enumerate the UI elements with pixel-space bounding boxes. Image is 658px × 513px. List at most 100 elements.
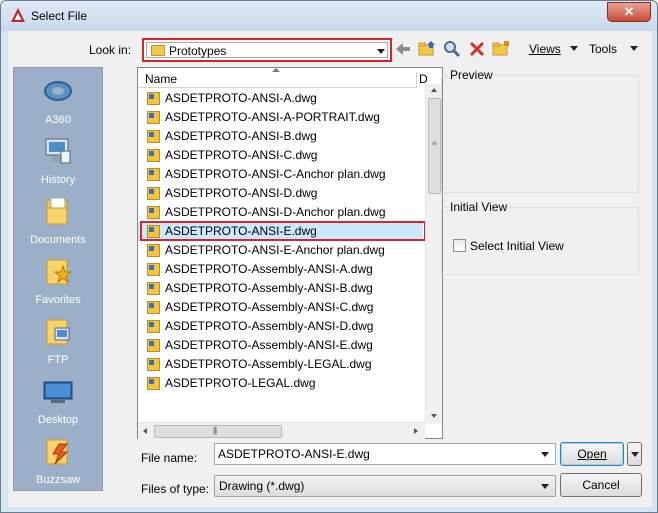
back-icon[interactable] <box>394 40 412 58</box>
scroll-left-arrow-icon[interactable] <box>143 428 147 434</box>
open-options-chevron-down-icon <box>631 452 639 457</box>
file-row[interactable]: ASDETPROTO-ANSI-E-Anchor plan.dwg <box>138 241 423 260</box>
open-button[interactable]: Open <box>560 442 624 466</box>
dwg-file-icon <box>147 282 160 295</box>
file-name: ASDETPROTO-Assembly-ANSI-E.dwg <box>165 338 373 352</box>
vertical-scrollbar[interactable]: ≡ <box>425 84 442 424</box>
file-name-chevron-down-icon[interactable] <box>541 452 549 457</box>
place-a360[interactable]: A360 <box>14 72 102 132</box>
new-folder-icon[interactable] <box>492 40 510 58</box>
files-of-type-chevron-down-icon <box>541 484 549 489</box>
dwg-file-icon <box>147 168 160 181</box>
file-name: ASDETPROTO-ANSI-A-PORTRAIT.dwg <box>165 110 380 124</box>
dwg-file-icon <box>147 130 160 143</box>
file-name: ASDETPROTO-ANSI-D-Anchor plan.dwg <box>165 205 386 219</box>
file-name: ASDETPROTO-ANSI-A.dwg <box>165 91 317 105</box>
title-bar[interactable]: Select File ✕ <box>1 1 657 31</box>
place-history[interactable]: History <box>14 132 102 192</box>
file-name: ASDETPROTO-LEGAL.dwg <box>165 376 316 390</box>
look-in-dropdown[interactable]: Prototypes <box>142 38 392 62</box>
grip-icon: ||| <box>213 426 217 435</box>
look-in-label: Look in: <box>89 43 132 57</box>
place-documents[interactable]: Documents <box>14 192 102 252</box>
place-desktop[interactable]: Desktop <box>14 372 102 432</box>
file-name: ASDETPROTO-ANSI-B.dwg <box>165 129 317 143</box>
column-name-header[interactable]: Name <box>145 72 177 86</box>
chevron-down-icon <box>377 49 385 54</box>
vertical-scroll-thumb[interactable]: ≡ <box>428 98 441 194</box>
place-ftp[interactable]: FTP <box>14 312 102 372</box>
file-name-input[interactable]: ASDETPROTO-ANSI-E.dwg <box>214 443 556 465</box>
file-row[interactable]: ASDETPROTO-Assembly-ANSI-B.dwg <box>138 279 423 298</box>
place-label: Favorites <box>35 294 81 306</box>
file-row[interactable]: ASDETPROTO-Assembly-ANSI-C.dwg <box>138 298 423 317</box>
select-initial-view-checkbox[interactable] <box>453 239 466 252</box>
files-of-type-dropdown[interactable]: Drawing (*.dwg) <box>214 475 556 497</box>
place-label: Buzzsaw <box>35 474 81 486</box>
file-list[interactable]: Name D ASDETPROTO-ANSI-A.dwg ASDETPROTO-A… <box>137 67 443 439</box>
dialog-body: Look in: Prototypes Views Tools A360 His… <box>8 31 652 507</box>
place-label: Documents <box>30 234 86 246</box>
place-buzzsaw[interactable]: Buzzsaw <box>14 432 102 492</box>
favorites-icon <box>46 259 73 285</box>
cancel-button[interactable]: Cancel <box>560 473 642 497</box>
file-name-label: File name: <box>141 451 198 465</box>
file-row[interactable]: ASDETPROTO-ANSI-B.dwg <box>138 127 423 146</box>
look-in-field: Prototypes <box>146 42 388 58</box>
views-menu[interactable]: Views <box>529 42 561 56</box>
horizontal-scrollbar[interactable]: ||| <box>138 422 425 439</box>
file-name: ASDETPROTO-Assembly-ANSI-C.dwg <box>165 300 374 314</box>
preview-title: Preview <box>448 68 495 82</box>
place-label: History <box>40 174 76 186</box>
tools-menu[interactable]: Tools <box>589 42 617 56</box>
selected-file-highlight <box>140 221 426 241</box>
scroll-up-arrow-icon[interactable] <box>431 88 437 92</box>
look-in-value: Prototypes <box>169 44 227 58</box>
place-label: FTP <box>47 354 69 366</box>
history-icon <box>45 138 71 164</box>
preview-group: Preview <box>441 68 639 193</box>
scroll-down-arrow-icon[interactable] <box>431 414 437 418</box>
file-row[interactable]: ASDETPROTO-ANSI-D.dwg <box>138 184 423 203</box>
file-name: ASDETPROTO-Assembly-ANSI-A.dwg <box>165 262 373 276</box>
file-row[interactable]: ASDETPROTO-ANSI-A.dwg <box>138 89 423 108</box>
dwg-file-icon <box>147 301 160 314</box>
desktop-icon <box>43 381 73 403</box>
close-button[interactable]: ✕ <box>607 2 651 22</box>
horizontal-scroll-thumb[interactable]: ||| <box>154 425 282 438</box>
column-header: Name D <box>138 68 428 88</box>
file-rows: ASDETPROTO-ANSI-A.dwg ASDETPROTO-ANSI-A-P… <box>138 89 423 393</box>
delete-icon[interactable] <box>468 40 486 58</box>
folder-icon <box>151 45 165 56</box>
places-panel: A360 History Documents Favorites FTP Des… <box>13 67 103 491</box>
file-row[interactable]: ASDETPROTO-Assembly-ANSI-D.dwg <box>138 317 423 336</box>
file-name: ASDETPROTO-ANSI-C.dwg <box>165 148 318 162</box>
dwg-file-icon <box>147 187 160 200</box>
a360-icon <box>44 81 72 101</box>
buzzsaw-icon <box>46 439 69 465</box>
file-row[interactable]: ASDETPROTO-Assembly-ANSI-E.dwg <box>138 336 423 355</box>
select-initial-view-label[interactable]: Select Initial View <box>470 239 564 253</box>
open-options-button[interactable] <box>627 442 642 466</box>
search-web-icon[interactable] <box>443 40 461 58</box>
file-row[interactable]: ASDETPROTO-Assembly-LEGAL.dwg <box>138 355 423 374</box>
place-label: Desktop <box>37 414 79 426</box>
file-row[interactable]: ASDETPROTO-ANSI-A-PORTRAIT.dwg <box>138 108 423 127</box>
window-title: Select File <box>31 9 88 23</box>
file-row[interactable]: ASDETPROTO-Assembly-ANSI-A.dwg <box>138 260 423 279</box>
file-name: ASDETPROTO-ANSI-E-Anchor plan.dwg <box>165 243 385 257</box>
tools-chevron-down-icon[interactable] <box>630 46 638 51</box>
place-favorites[interactable]: Favorites <box>14 252 102 312</box>
views-chevron-down-icon[interactable] <box>570 46 578 51</box>
file-row[interactable]: ASDETPROTO-ANSI-C.dwg <box>138 146 423 165</box>
up-folder-icon[interactable] <box>418 40 436 58</box>
dwg-file-icon <box>147 206 160 219</box>
select-file-dialog: Select File ✕ Look in: Prototypes Views … <box>0 0 658 513</box>
dwg-file-icon <box>147 377 160 390</box>
file-row[interactable]: ASDETPROTO-ANSI-C-Anchor plan.dwg <box>138 165 423 184</box>
file-row[interactable]: ASDETPROTO-LEGAL.dwg <box>138 374 423 393</box>
scroll-right-arrow-icon[interactable] <box>414 428 418 434</box>
dwg-file-icon <box>147 244 160 257</box>
files-of-type-value: Drawing (*.dwg) <box>219 479 305 493</box>
file-row[interactable]: ASDETPROTO-ANSI-D-Anchor plan.dwg <box>138 203 423 222</box>
